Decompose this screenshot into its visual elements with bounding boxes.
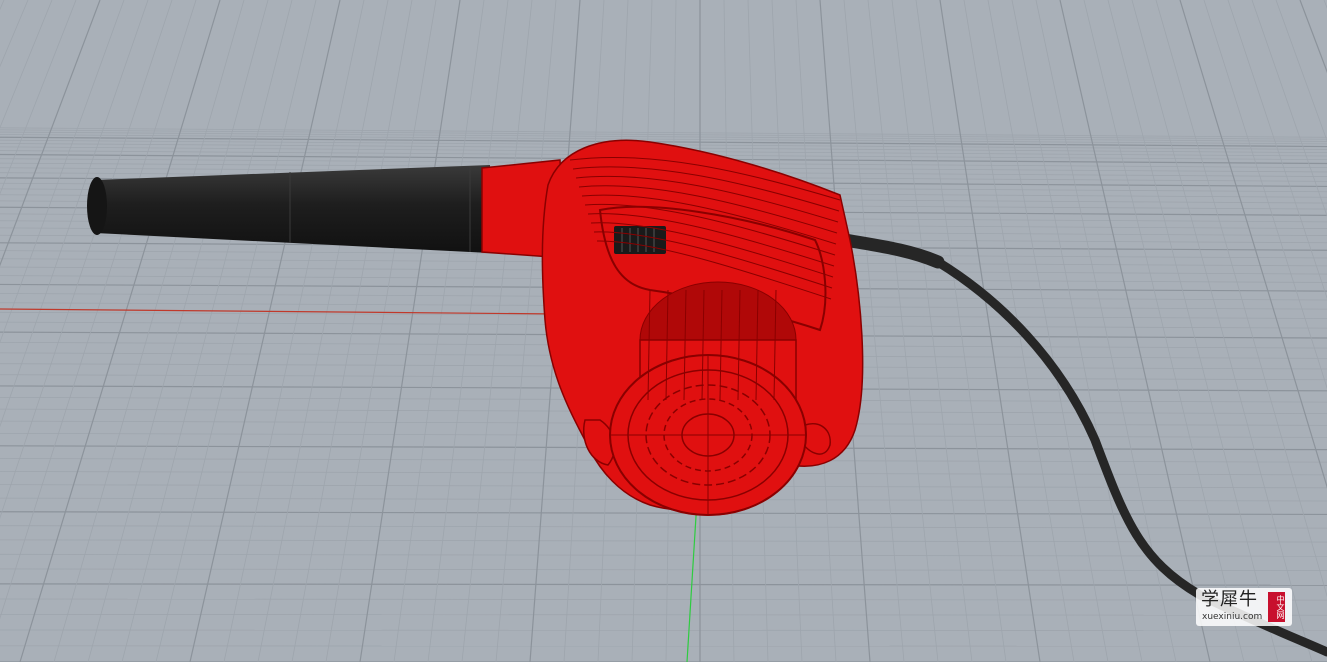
watermark-site-text: xuexiniu.com — [1202, 612, 1263, 622]
blower-body[interactable] — [481, 139, 864, 516]
rhino-3d-viewport[interactable]: 学犀牛 xuexiniu.com 中文网 — [0, 0, 1327, 662]
watermark-chinese-text: 学犀牛 — [1201, 589, 1258, 610]
y-axis-line — [686, 499, 698, 662]
watermark-stamp: 中文网 — [1268, 592, 1285, 622]
viewport-canvas[interactable] — [0, 0, 1327, 662]
cord-strain-relief — [838, 233, 945, 269]
site-watermark: 学犀牛 xuexiniu.com 中文网 — [1196, 588, 1292, 626]
